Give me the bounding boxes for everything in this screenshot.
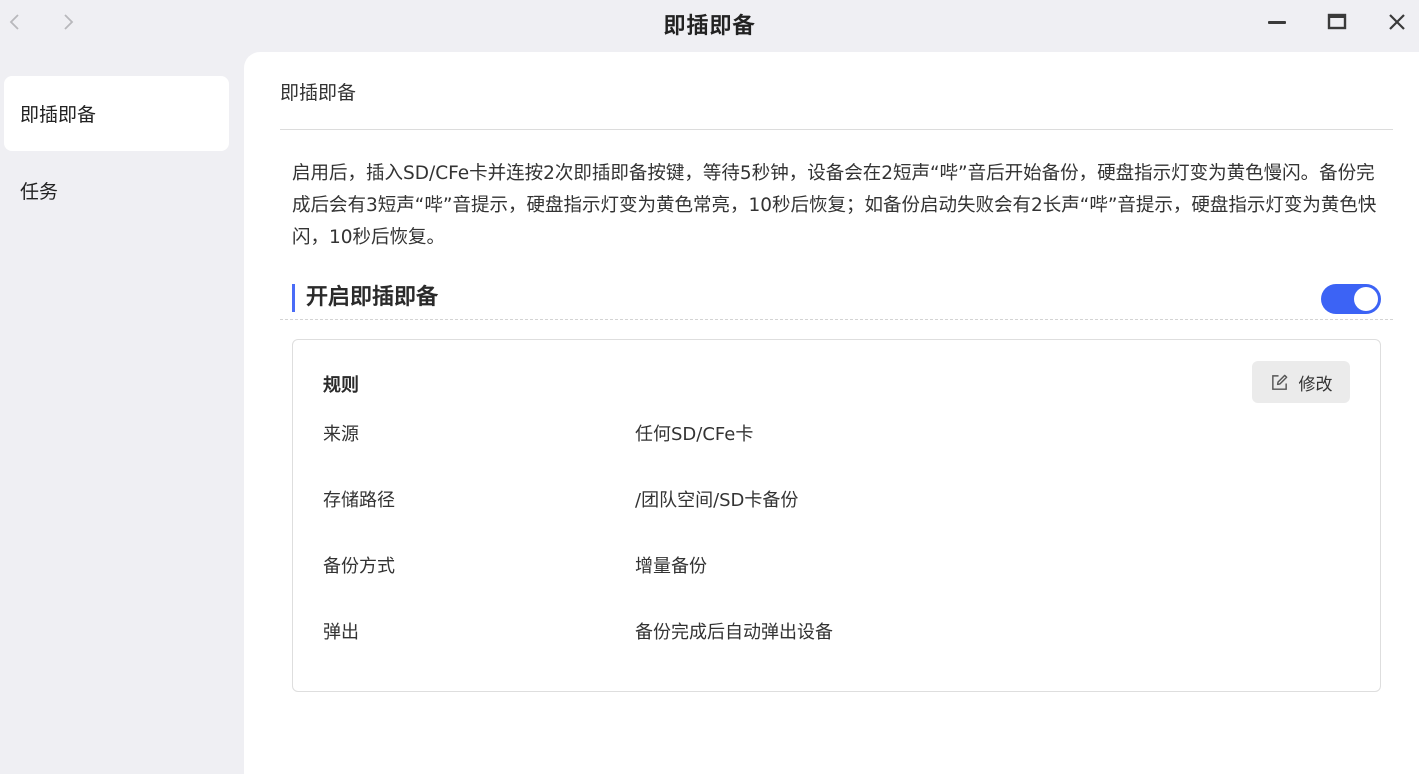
rule-label: 存储路径	[323, 490, 395, 511]
edit-icon	[1271, 374, 1287, 390]
rule-row-storage-path: 存储路径 /团队空间/SD卡备份	[323, 486, 1323, 514]
sidebar-item-plug-and-backup[interactable]: 即插即备	[4, 76, 229, 151]
window-title: 即插即备	[663, 14, 756, 39]
feature-description: 启用后，插入SD/CFe卡并连按2次即插即备按键，等待5秒钟，设备会在2短声“哔…	[292, 163, 1377, 248]
sidebar-item-tasks[interactable]: 任务	[4, 153, 229, 228]
rule-row-source: 来源 任何SD/CFe卡	[323, 420, 1323, 448]
rule-row-backup-mode: 备份方式 增量备份	[323, 552, 1323, 580]
header-divider	[280, 129, 1393, 130]
rule-value: 备份完成后自动弹出设备	[635, 622, 833, 643]
section-divider	[280, 319, 1393, 320]
edit-button[interactable]: 修改	[1252, 361, 1350, 403]
sidebar: 即插即备 任务	[0, 52, 244, 774]
rule-card: 规则 修改 来源 任何SD/CFe卡 存储路径 /团队空间/SD卡备份 备份方式…	[292, 339, 1381, 692]
close-icon	[1389, 14, 1405, 30]
rule-row-eject: 弹出 备份完成后自动弹出设备	[323, 618, 1323, 646]
rule-title: 规则	[323, 375, 359, 396]
maximize-icon	[1327, 13, 1347, 30]
section-title: 开启即插即备	[292, 284, 438, 312]
rule-value: /团队空间/SD卡备份	[635, 490, 799, 511]
sidebar-item-label: 即插即备	[20, 104, 97, 126]
rule-value: 任何SD/CFe卡	[635, 424, 754, 445]
rule-label: 弹出	[323, 622, 359, 643]
title-bar: 即插即备	[0, 0, 1419, 46]
minimize-icon	[1268, 21, 1286, 24]
enable-toggle[interactable]	[1321, 284, 1381, 314]
sidebar-item-label: 任务	[20, 181, 59, 203]
rule-value: 增量备份	[635, 556, 707, 577]
edit-button-label: 修改	[1298, 374, 1333, 395]
rule-label: 备份方式	[323, 556, 395, 577]
minimize-button[interactable]	[1262, 9, 1292, 35]
toggle-knob	[1354, 287, 1378, 311]
page-title: 即插即备	[280, 82, 357, 104]
rule-label: 来源	[323, 424, 359, 445]
main-panel: 即插即备 启用后，插入SD/CFe卡并连按2次即插即备按键，等待5秒钟，设备会在…	[244, 52, 1419, 774]
close-button[interactable]	[1382, 9, 1412, 35]
maximize-button[interactable]	[1322, 9, 1352, 35]
